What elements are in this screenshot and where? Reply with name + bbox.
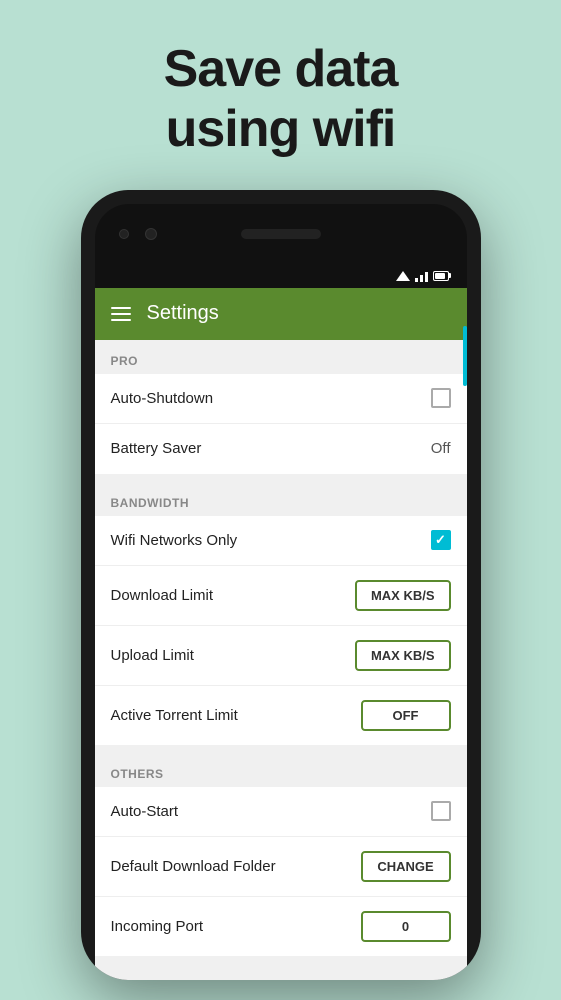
default-download-folder-button[interactable]: CHANGE <box>361 851 451 882</box>
battery-fill <box>435 273 445 279</box>
hero-section: Save data using wifi <box>0 0 561 190</box>
camera-area <box>119 228 157 240</box>
setting-row-wifi-networks-only: Wifi Networks Only <box>95 516 467 566</box>
wifi-icon <box>396 271 410 281</box>
battery-tip <box>449 273 451 278</box>
status-bar <box>95 264 467 288</box>
hamburger-line-3 <box>111 319 131 321</box>
hero-line1: Save data <box>164 40 398 98</box>
setting-row-download-limit: Download Limit MAX KB/S <box>95 566 467 626</box>
status-icons <box>396 270 451 282</box>
auto-shutdown-label: Auto-Shutdown <box>111 390 214 407</box>
active-torrent-limit-label: Active Torrent Limit <box>111 707 238 724</box>
scroll-indicator[interactable] <box>463 326 467 386</box>
setting-row-auto-start: Auto-Start <box>95 787 467 837</box>
divider-1 <box>95 474 467 482</box>
section-header-pro: PRO <box>95 340 467 374</box>
settings-group-pro: Auto-Shutdown Battery Saver Off <box>95 374 467 474</box>
hamburger-line-1 <box>111 307 131 309</box>
speaker <box>241 229 321 239</box>
phone-device: Settings PRO Auto-Shutdown Battery Saver… <box>81 190 481 980</box>
setting-row-active-torrent-limit: Active Torrent Limit OFF <box>95 686 467 745</box>
auto-start-checkbox[interactable] <box>431 801 451 821</box>
hamburger-line-2 <box>111 313 131 315</box>
wifi-networks-only-label: Wifi Networks Only <box>111 532 238 549</box>
auto-shutdown-checkbox[interactable] <box>431 388 451 408</box>
battery-saver-label: Battery Saver <box>111 440 202 457</box>
signal-bar-1 <box>415 278 418 282</box>
section-header-bandwidth: BANDWIDTH <box>95 482 467 516</box>
auto-start-label: Auto-Start <box>111 803 179 820</box>
signal-bar-3 <box>425 272 428 282</box>
default-download-folder-label: Default Download Folder <box>111 858 276 875</box>
incoming-port-label: Incoming Port <box>111 918 204 935</box>
hamburger-menu[interactable] <box>111 307 131 321</box>
upload-limit-label: Upload Limit <box>111 647 194 664</box>
download-limit-button[interactable]: MAX KB/S <box>355 580 451 611</box>
signal-icon <box>415 270 428 282</box>
upload-limit-button[interactable]: MAX KB/S <box>355 640 451 671</box>
setting-row-battery-saver: Battery Saver Off <box>95 424 467 474</box>
active-torrent-limit-button[interactable]: OFF <box>361 700 451 731</box>
setting-row-default-download-folder: Default Download Folder CHANGE <box>95 837 467 897</box>
phone-wrapper: Settings PRO Auto-Shutdown Battery Saver… <box>0 190 561 980</box>
setting-row-incoming-port: Incoming Port 0 <box>95 897 467 956</box>
download-limit-label: Download Limit <box>111 587 214 604</box>
settings-group-bandwidth: Wifi Networks Only Download Limit MAX KB… <box>95 516 467 745</box>
camera-dot-1 <box>119 229 129 239</box>
divider-2 <box>95 745 467 753</box>
settings-content: PRO Auto-Shutdown Battery Saver Off BAND… <box>95 340 467 980</box>
section-header-others: OTHERS <box>95 753 467 787</box>
phone-top-bar <box>95 204 467 264</box>
app-bar: Settings <box>95 288 467 340</box>
setting-row-upload-limit: Upload Limit MAX KB/S <box>95 626 467 686</box>
app-bar-title: Settings <box>147 302 219 325</box>
signal-bar-2 <box>420 275 423 282</box>
settings-group-others: Auto-Start Default Download Folder CHANG… <box>95 787 467 956</box>
camera-dot-2 <box>145 228 157 240</box>
wifi-networks-only-checkbox[interactable] <box>431 530 451 550</box>
battery-body <box>433 271 449 281</box>
setting-row-auto-shutdown: Auto-Shutdown <box>95 374 467 424</box>
battery-saver-value: Off <box>431 440 451 457</box>
hero-line2: using wifi <box>166 100 396 158</box>
battery-icon <box>433 271 451 281</box>
incoming-port-button[interactable]: 0 <box>361 911 451 942</box>
